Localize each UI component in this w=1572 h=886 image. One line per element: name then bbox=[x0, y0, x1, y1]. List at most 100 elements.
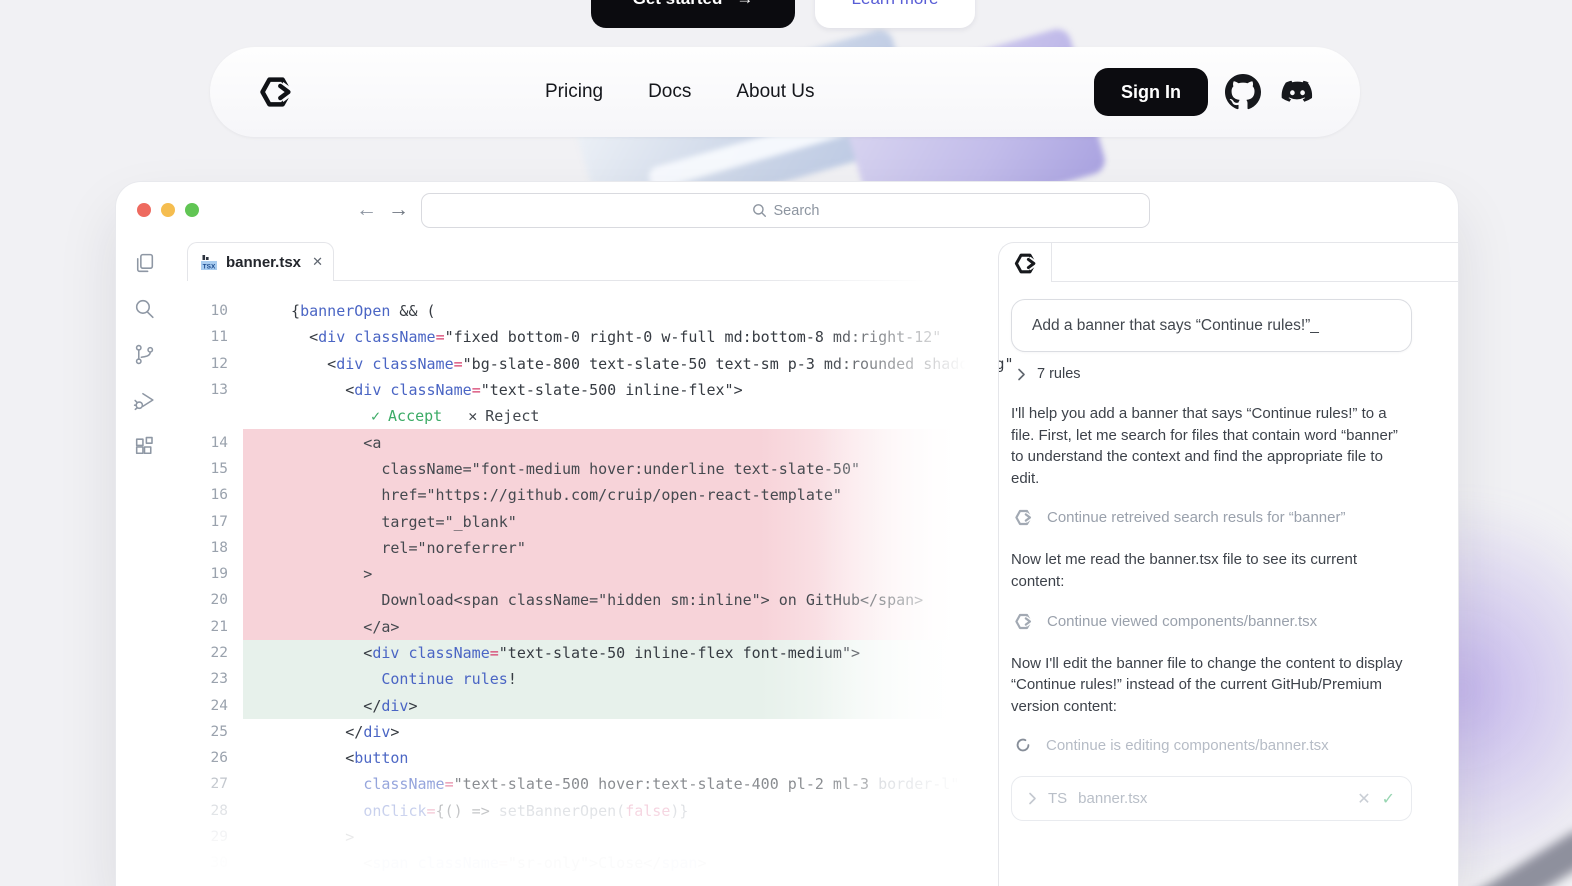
code-line: 18 rel="noreferrer" bbox=[187, 534, 998, 562]
chat-content: Add a banner that says “Continue rules!”… bbox=[1011, 299, 1412, 822]
chat-paragraph: I'll help you add a banner that says “Co… bbox=[1011, 405, 1398, 487]
code-text: <span className="sr-only">Close</span> bbox=[273, 854, 707, 873]
text-cursor: _ bbox=[1310, 316, 1319, 334]
search-input[interactable]: Search bbox=[421, 193, 1150, 228]
code-line: 23 Continue rules! bbox=[187, 666, 998, 693]
code-line: 28 onClick={() => setBannerOpen(false)} bbox=[187, 798, 998, 824]
code-line: 14 <a bbox=[187, 429, 998, 457]
accept-label: Accept bbox=[388, 407, 443, 426]
editing-file-card[interactable]: TS banner.tsx ✕ ✓ bbox=[1011, 776, 1412, 822]
reject-label: Reject bbox=[485, 407, 540, 426]
line-number: 14 bbox=[210, 434, 228, 451]
code-line: 30 <span className="sr-only">Close</span… bbox=[187, 850, 998, 876]
github-icon[interactable] bbox=[1225, 74, 1262, 111]
nav-link-docs[interactable]: Docs bbox=[648, 81, 691, 103]
panel-tab-divider bbox=[1051, 243, 1052, 281]
tab-label: banner.tsx bbox=[226, 253, 302, 271]
line-number: 23 bbox=[210, 671, 228, 688]
window-close-button[interactable] bbox=[137, 203, 151, 217]
code-text: target="_blank" bbox=[273, 512, 517, 531]
code-text: > bbox=[273, 565, 373, 584]
search-placeholder: Search bbox=[773, 202, 820, 219]
chat-paragraph: Now I'll edit the banner file to change … bbox=[1011, 654, 1403, 715]
discord-icon[interactable] bbox=[1279, 74, 1316, 111]
code-text: <div className="text-slate-500 inline-fl… bbox=[273, 381, 743, 400]
tool-active-row: Continue is editing components/banner.ts… bbox=[1013, 735, 1412, 755]
arrow-right-icon: → bbox=[736, 0, 753, 9]
code-line: 12 <div className="bg-slate-800 text-sla… bbox=[187, 351, 1014, 377]
search-sidebar-icon[interactable] bbox=[132, 296, 157, 321]
close-icon[interactable]: ✕ bbox=[1357, 789, 1370, 809]
tool-result-row: Continue viewed components/banner.tsx bbox=[1013, 611, 1412, 632]
diff-actions: ✓ Accept ✕ Reject bbox=[187, 403, 998, 429]
learn-more-button[interactable]: Learn more bbox=[815, 0, 975, 28]
continue-hexagon-icon bbox=[1015, 510, 1034, 526]
sign-in-label: Sign In bbox=[1121, 81, 1181, 102]
code-text: <button bbox=[273, 749, 409, 768]
explorer-icon[interactable] bbox=[132, 251, 157, 276]
file-lang-badge: TS bbox=[1048, 790, 1068, 808]
line-number: 17 bbox=[210, 513, 228, 530]
learn-more-label: Learn more bbox=[852, 0, 939, 9]
code-text: onClick={() => setBannerOpen(false)} bbox=[363, 801, 689, 820]
check-icon: ✓ bbox=[371, 407, 381, 426]
code-line: 20 Download<span className="hidden sm:in… bbox=[187, 587, 998, 614]
code-text: Continue rules! bbox=[381, 670, 517, 689]
spinner-icon bbox=[1016, 739, 1030, 752]
prompt-text: Add a banner that says “Continue rules!” bbox=[1032, 316, 1311, 334]
tab-banner-tsx[interactable]: TSX banner.tsx ✕ bbox=[187, 242, 334, 281]
code-text: <div className="text-slate-50 inline-fle… bbox=[273, 644, 861, 662]
line-number: 29 bbox=[210, 829, 228, 846]
chevron-right-icon bbox=[1018, 368, 1025, 380]
code-line: 21 </a> bbox=[187, 613, 998, 641]
line-number: 30 bbox=[210, 855, 228, 872]
nav-link-pricing[interactable]: Pricing bbox=[545, 81, 603, 103]
chat-prompt-input[interactable]: Add a banner that says “Continue rules!”… bbox=[1011, 299, 1412, 352]
code-text: </div> bbox=[273, 696, 418, 715]
code-line: 27 className="text-slate-500 hover:text-… bbox=[187, 771, 998, 797]
line-number: 28 bbox=[210, 802, 228, 819]
code-line: 15 className="font-medium hover:underlin… bbox=[187, 455, 998, 483]
code-line: 25 </div> bbox=[187, 719, 998, 745]
get-started-label: Get started bbox=[633, 0, 723, 9]
line-number: 19 bbox=[210, 566, 228, 583]
code-text: className="text-slate-500 hover:text-sla… bbox=[363, 775, 960, 794]
code-text: <a bbox=[273, 433, 382, 452]
code-text: <div className="bg-slate-800 text-slate-… bbox=[273, 354, 1014, 373]
nav-links: Pricing Docs About Us bbox=[545, 47, 815, 137]
continue-logo-icon[interactable] bbox=[256, 72, 296, 112]
continue-hexagon-icon bbox=[1015, 613, 1034, 629]
forward-arrow-icon[interactable]: → bbox=[388, 197, 409, 223]
accept-button[interactable]: ✓ Accept bbox=[371, 407, 442, 425]
tool-result-row: Continue retreived search resuls for “ba… bbox=[1013, 507, 1412, 528]
editor-window: ← → Search TSX banner.tsx ✕ 10 {bannerOp… bbox=[115, 181, 1459, 886]
tool-result-label: Continue retreived search resuls for “ba… bbox=[1047, 509, 1346, 527]
check-icon[interactable]: ✓ bbox=[1382, 789, 1395, 809]
source-control-icon[interactable] bbox=[132, 342, 157, 367]
get-started-button[interactable]: Get started → bbox=[591, 0, 795, 28]
file-name: banner.tsx bbox=[1078, 790, 1148, 808]
nav-link-about-us[interactable]: About Us bbox=[736, 81, 814, 103]
window-zoom-button[interactable] bbox=[185, 203, 199, 217]
line-number: 13 bbox=[210, 382, 228, 399]
code-text: {bannerOpen && ( bbox=[273, 302, 436, 321]
x-icon: ✕ bbox=[468, 407, 478, 426]
tab-close-icon[interactable]: ✕ bbox=[312, 254, 323, 270]
sign-in-button[interactable]: Sign In bbox=[1094, 68, 1208, 116]
run-debug-icon[interactable] bbox=[132, 388, 157, 413]
code-text: </a> bbox=[273, 617, 400, 636]
nav-actions: Sign In bbox=[1094, 47, 1316, 137]
panel-header-divider bbox=[1051, 281, 1458, 282]
code-line: 11 <div className="fixed bottom-0 right-… bbox=[187, 324, 998, 350]
back-arrow-icon[interactable]: ← bbox=[356, 197, 377, 223]
svg-text:TSX: TSX bbox=[203, 263, 216, 270]
line-number: 12 bbox=[210, 355, 228, 372]
line-number: 16 bbox=[210, 487, 228, 504]
search-icon bbox=[752, 204, 766, 217]
reject-button[interactable]: ✕ Reject bbox=[468, 407, 539, 425]
line-number: 25 bbox=[210, 723, 228, 740]
window-minimize-button[interactable] bbox=[161, 203, 175, 217]
extensions-icon[interactable] bbox=[132, 434, 157, 459]
code-line: 16 href="https://github.com/cruip/open-r… bbox=[187, 482, 998, 509]
rules-toggle[interactable]: 7 rules bbox=[1017, 366, 1412, 382]
